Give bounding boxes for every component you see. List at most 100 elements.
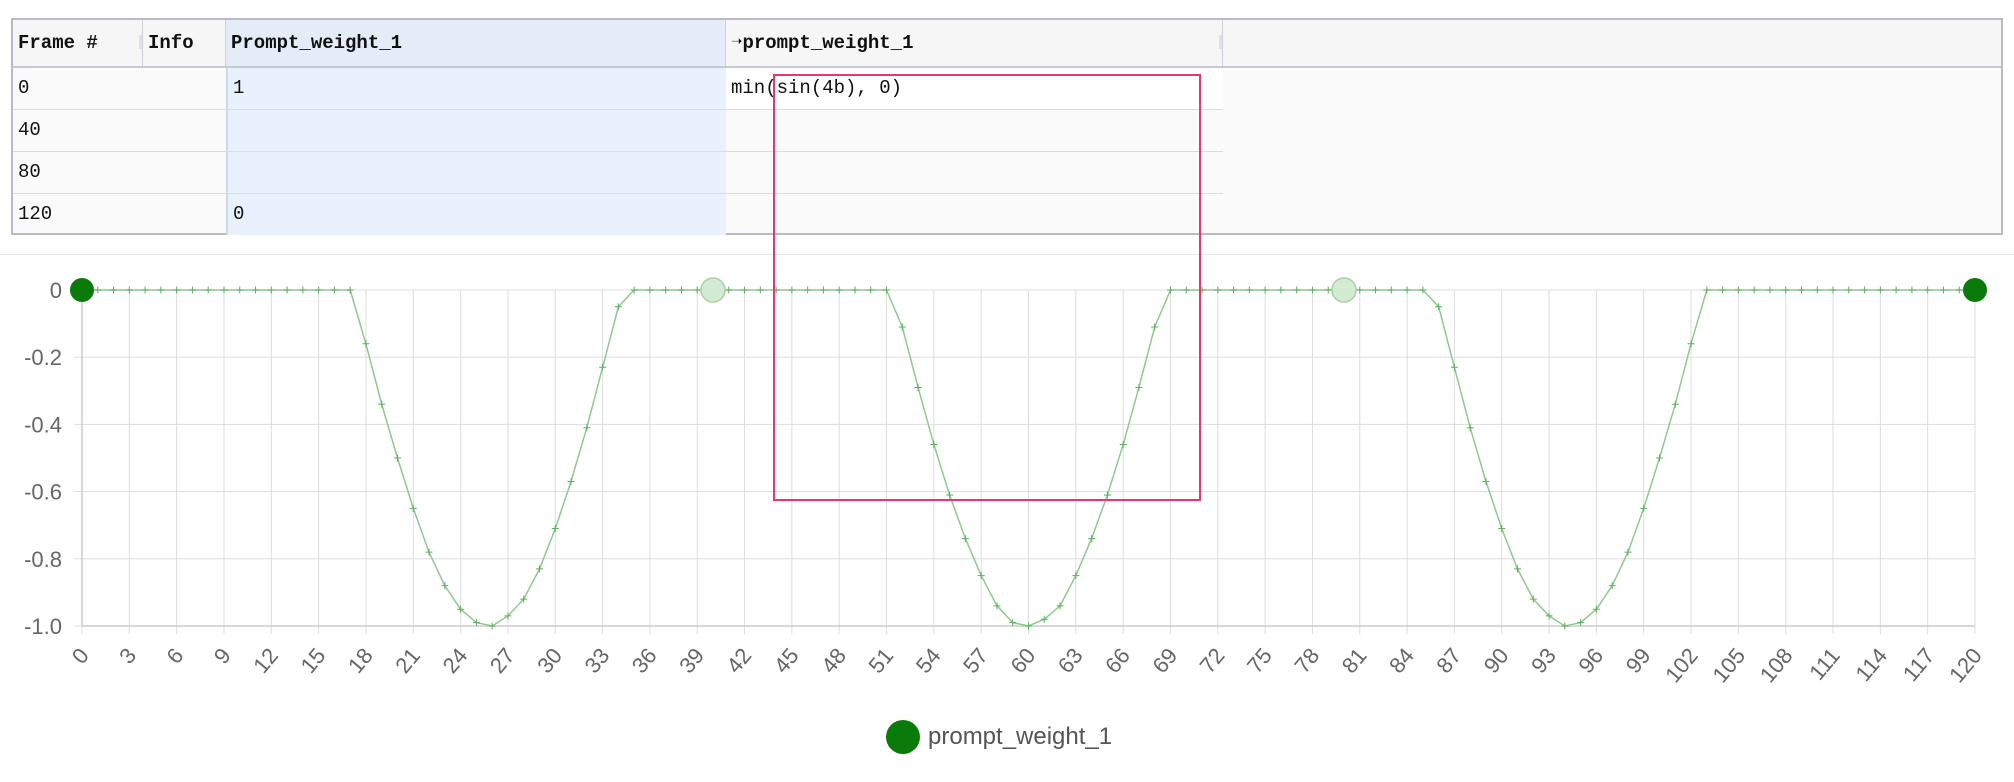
frame-cell[interactable]: 120 xyxy=(13,194,226,235)
data-point xyxy=(1876,286,1884,294)
data-point xyxy=(173,286,181,294)
column-resize-handle[interactable] xyxy=(1219,35,1222,49)
data-point xyxy=(567,478,575,486)
x-tick-label: 24 xyxy=(438,643,473,678)
data-point xyxy=(1703,286,1711,294)
data-point xyxy=(1640,504,1648,512)
data-point xyxy=(1719,286,1727,294)
formula-cell[interactable] xyxy=(726,110,1223,151)
x-tick-label: 81 xyxy=(1337,643,1372,678)
x-tick-label: 36 xyxy=(627,643,662,678)
y-tick-label: -0.4 xyxy=(24,412,62,437)
x-tick-label: 66 xyxy=(1100,643,1135,678)
x-tick-label: 6 xyxy=(161,643,188,668)
data-point xyxy=(236,286,244,294)
data-point xyxy=(157,286,165,294)
x-tick-label: 102 xyxy=(1660,643,1703,687)
data-point xyxy=(252,286,260,294)
data-point xyxy=(267,286,275,294)
table-row: 120 0 xyxy=(13,194,1223,236)
x-tick-label: 108 xyxy=(1755,643,1798,687)
x-tick-label: 54 xyxy=(911,643,946,678)
x-tick-label: 69 xyxy=(1147,643,1182,678)
data-point xyxy=(1166,286,1174,294)
frame-cell[interactable]: 0 xyxy=(13,68,226,109)
header-info-label: Info xyxy=(148,32,194,54)
data-point xyxy=(1245,286,1253,294)
column-resize-handle[interactable] xyxy=(139,35,142,49)
legend-marker xyxy=(886,720,920,754)
data-point xyxy=(1813,286,1821,294)
data-point xyxy=(394,454,401,462)
table-row: 0 1 min(sin(4b), 0) xyxy=(13,68,1223,110)
formula-cell[interactable]: min(sin(4b), 0) xyxy=(726,68,1223,109)
data-point xyxy=(346,286,354,294)
data-point xyxy=(1198,286,1206,294)
x-tick-label: 30 xyxy=(532,643,567,678)
x-tick-label: 105 xyxy=(1707,643,1750,687)
data-point xyxy=(693,286,701,294)
prompt-weight-cell[interactable]: 0 xyxy=(226,194,726,235)
data-point xyxy=(1498,525,1506,533)
data-point xyxy=(930,441,938,449)
data-point xyxy=(1466,424,1474,432)
data-point xyxy=(1214,286,1222,294)
x-tick-label: 60 xyxy=(1005,643,1040,678)
data-point xyxy=(1135,383,1143,391)
data-point xyxy=(961,535,969,543)
data-point xyxy=(1939,286,1947,294)
x-tick-label: 93 xyxy=(1526,643,1561,678)
data-point xyxy=(535,565,543,573)
data-point xyxy=(330,286,338,294)
data-point xyxy=(1372,286,1380,294)
header-prompt-weight[interactable]: Prompt_weight_1 xyxy=(226,20,726,66)
data-point xyxy=(1861,286,1869,294)
frame-cell[interactable]: 80 xyxy=(13,152,226,193)
prompt-weight-cell[interactable] xyxy=(226,110,726,151)
data-point xyxy=(1482,478,1490,486)
x-tick-label: 63 xyxy=(1053,643,1088,678)
keyframe-marker xyxy=(1963,278,1987,302)
y-tick-label: 0 xyxy=(50,278,62,303)
x-tick-label: 9 xyxy=(209,643,236,668)
table-header: Frame # Info Prompt_weight_1 ➝prompt_wei… xyxy=(13,20,2001,68)
data-point xyxy=(1766,286,1774,294)
data-point xyxy=(772,286,780,294)
data-point xyxy=(1829,286,1837,294)
data-point xyxy=(1782,286,1790,294)
line-chart[interactable]: 0 3 6 9 12 15 18 21 24 27 30 33 36 39 42 45 48 51 54 57 60 63… xyxy=(0,255,2014,715)
formula-cell[interactable] xyxy=(726,152,1223,193)
formula-cell[interactable] xyxy=(726,194,1223,235)
data-point xyxy=(1230,286,1238,294)
x-tick-label: 84 xyxy=(1384,643,1419,678)
data-point xyxy=(1656,454,1663,462)
header-info[interactable]: Info xyxy=(143,20,226,66)
data-point xyxy=(946,491,954,499)
header-frame[interactable]: Frame # xyxy=(13,20,143,66)
prompt-weight-cell[interactable]: 1 xyxy=(226,68,726,109)
frame-cell[interactable]: 40 xyxy=(13,110,226,151)
data-point xyxy=(1324,286,1332,294)
data-point xyxy=(488,622,496,630)
data-point xyxy=(1088,535,1096,543)
prompt-weight-cell[interactable] xyxy=(226,152,726,193)
data-point xyxy=(788,286,796,294)
header-formula[interactable]: ➝prompt_weight_1 xyxy=(726,20,1223,66)
data-point xyxy=(1103,491,1111,499)
y-tick-label: -1.0 xyxy=(24,614,62,639)
data-point xyxy=(583,424,591,432)
x-tick-label: 15 xyxy=(296,643,331,678)
data-point xyxy=(677,286,685,294)
data-point xyxy=(1182,286,1190,294)
table-row: 80 xyxy=(13,152,1223,194)
data-point xyxy=(883,286,891,294)
x-tick-label: 48 xyxy=(816,643,851,678)
data-point xyxy=(1356,286,1364,294)
data-point xyxy=(756,286,764,294)
data-point xyxy=(1892,286,1900,294)
chart-legend[interactable]: prompt_weight_1 xyxy=(886,718,1112,756)
data-point xyxy=(1750,286,1758,294)
data-point xyxy=(1624,548,1632,556)
data-point xyxy=(1924,286,1932,294)
data-point xyxy=(1687,340,1695,348)
